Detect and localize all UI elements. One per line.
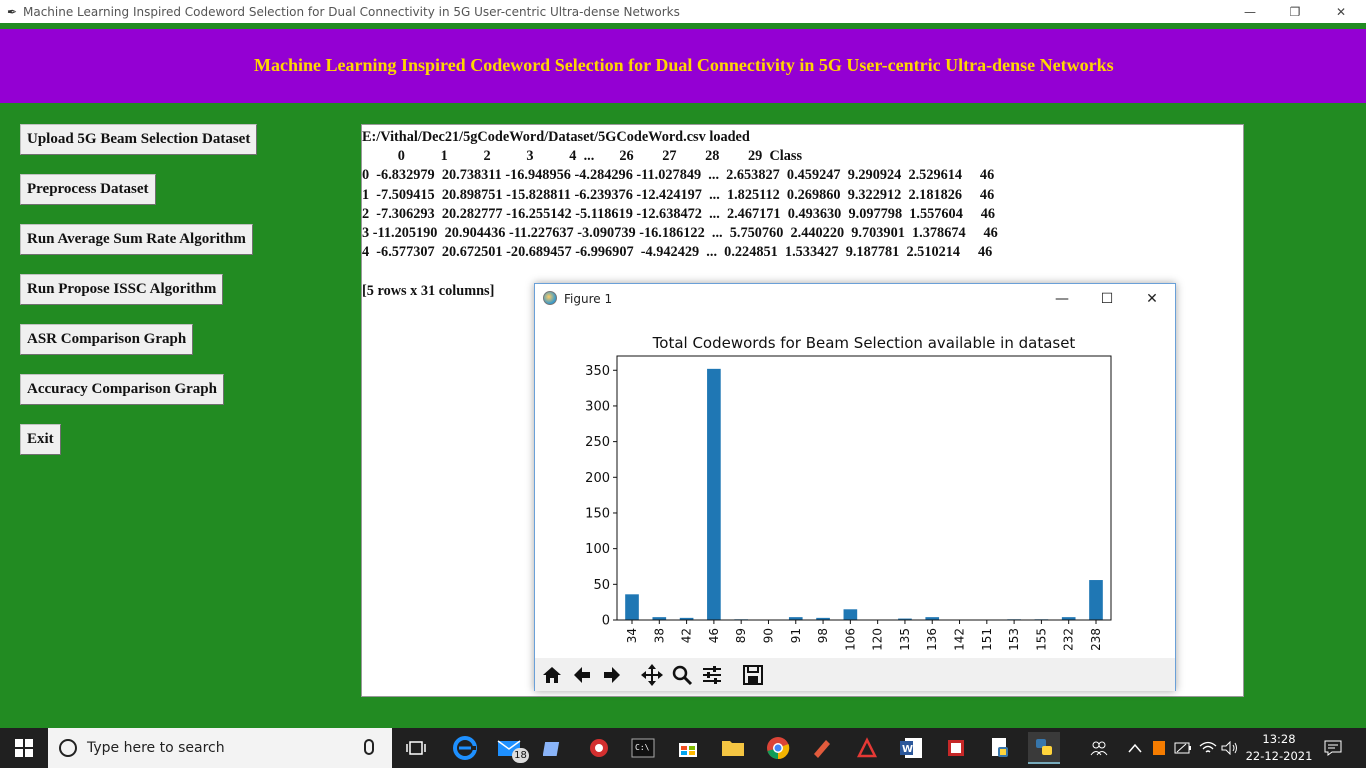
zoom-icon[interactable]	[669, 662, 695, 688]
pinned-app-icon[interactable]	[538, 732, 570, 764]
upload-dataset-button[interactable]: Upload 5G Beam Selection Dataset	[20, 124, 258, 155]
close-button[interactable]: ✕	[1318, 0, 1364, 23]
back-icon[interactable]	[569, 662, 595, 688]
y-tick-label: 300	[585, 399, 610, 414]
mail-icon[interactable]: 18	[494, 732, 529, 764]
feather-icon: ✒	[6, 4, 18, 19]
file-explorer-icon[interactable]	[717, 732, 749, 764]
taskbar: Type here to search 18 C:\ W 13:28 22-12…	[0, 728, 1366, 768]
chevron-up-icon[interactable]	[1128, 728, 1142, 768]
svg-text:C:\: C:\	[635, 743, 650, 752]
word-icon[interactable]: W	[895, 732, 927, 764]
x-tick-label: 153	[1007, 628, 1021, 651]
svg-text:W: W	[902, 744, 913, 755]
taskbar-search-box[interactable]: Type here to search	[48, 728, 392, 768]
plot-area[interactable]: Total Codewords for Beam Selection avail…	[535, 314, 1175, 658]
bar-chart: Total Codewords for Beam Selection avail…	[585, 334, 1112, 651]
edge-icon[interactable]	[449, 732, 481, 764]
plot-frame	[616, 355, 1112, 621]
x-tick-label: 90	[761, 628, 775, 643]
accuracy-comparison-graph-button[interactable]: Accuracy Comparison Graph	[20, 374, 224, 405]
window-title: Machine Learning Inspired Codeword Selec…	[23, 4, 680, 19]
pinned-app-icon[interactable]	[940, 732, 972, 764]
run-issc-algorithm-button[interactable]: Run Propose ISSC Algorithm	[20, 274, 224, 305]
x-tick-label: 155	[1034, 628, 1048, 651]
figure-close-button[interactable]: ✕	[1137, 288, 1167, 310]
x-tick-label: 46	[707, 628, 721, 643]
python-icon[interactable]	[1028, 732, 1060, 764]
system-clock[interactable]: 13:28 22-12-2021	[1236, 731, 1322, 765]
chrome-icon[interactable]	[762, 732, 794, 764]
clock-date: 22-12-2021	[1245, 749, 1313, 763]
figure-minimize-button[interactable]: —	[1047, 288, 1077, 310]
x-tick-label: 136	[925, 628, 939, 651]
x-tick-label: 142	[953, 628, 967, 651]
x-tick-label: 91	[789, 628, 803, 643]
x-tick-label: 38	[652, 628, 666, 643]
figure-titlebar[interactable]: Figure 1 — ☐ ✕	[535, 284, 1175, 314]
y-tick-label: 350	[585, 364, 610, 379]
x-tick-label: 42	[680, 628, 694, 643]
anydesk-icon[interactable]	[583, 732, 615, 764]
x-tick-label: 120	[871, 628, 885, 651]
chart-bar	[1089, 580, 1103, 620]
cortana-icon	[59, 739, 77, 757]
wifi-icon[interactable]	[1199, 728, 1217, 768]
store-icon[interactable]	[672, 732, 704, 764]
pinned-app-icon[interactable]	[806, 732, 838, 764]
matplotlib-icon	[543, 291, 557, 305]
terminal-icon[interactable]: C:\	[627, 732, 659, 764]
y-tick-label: 200	[585, 471, 610, 486]
acrobat-icon[interactable]	[851, 732, 883, 764]
x-tick-label: 98	[816, 628, 830, 643]
minimize-button[interactable]: —	[1227, 0, 1273, 23]
window-titlebar: ✒ Machine Learning Inspired Codeword Sel…	[0, 0, 1366, 23]
exit-button[interactable]: Exit	[20, 424, 61, 455]
microphone-icon[interactable]	[364, 739, 374, 755]
asr-comparison-graph-button[interactable]: ASR Comparison Graph	[20, 324, 194, 355]
python-file-icon[interactable]	[984, 732, 1016, 764]
battery-icon[interactable]	[1174, 728, 1192, 768]
y-tick-label: 0	[602, 614, 610, 629]
mail-badge: 18	[512, 748, 529, 763]
y-tick-label: 150	[585, 506, 610, 521]
y-tick-label: 100	[585, 542, 610, 557]
output-text: E:/Vithal/Dec21/5gCodeWord/Dataset/5GCod…	[362, 129, 998, 299]
configure-icon[interactable]	[699, 662, 725, 688]
figure-title: Figure 1	[564, 292, 613, 306]
task-view-icon[interactable]	[400, 732, 432, 764]
preprocess-dataset-button[interactable]: Preprocess Dataset	[20, 174, 156, 205]
chart-bar	[625, 594, 639, 620]
y-tick-label: 50	[593, 578, 610, 593]
tray-app-icon[interactable]	[1152, 728, 1166, 768]
pan-icon[interactable]	[639, 662, 665, 688]
x-tick-label: 106	[843, 628, 857, 651]
x-tick-label: 89	[734, 628, 748, 643]
chart-title: Total Codewords for Beam Selection avail…	[652, 334, 1076, 352]
page-title: Machine Learning Inspired Codeword Selec…	[254, 55, 1114, 75]
clock-time: 13:28	[1262, 732, 1296, 746]
start-button[interactable]	[0, 728, 48, 768]
figure-toolbar	[535, 658, 1175, 691]
people-icon[interactable]	[1090, 728, 1108, 768]
forward-icon[interactable]	[599, 662, 625, 688]
notification-icon[interactable]	[1324, 728, 1342, 768]
x-tick-label: 232	[1062, 628, 1076, 651]
header-banner: Machine Learning Inspired Codeword Selec…	[0, 29, 1366, 103]
search-placeholder: Type here to search	[87, 740, 225, 756]
run-asr-algorithm-button[interactable]: Run Average Sum Rate Algorithm	[20, 224, 253, 255]
restore-button[interactable]: ❐	[1272, 0, 1318, 23]
x-tick-label: 238	[1089, 628, 1103, 651]
chart-bar	[707, 368, 721, 620]
save-icon[interactable]	[740, 662, 766, 688]
windows-icon	[15, 739, 33, 757]
chart-bar	[843, 609, 858, 620]
figure-window[interactable]: Figure 1 — ☐ ✕ Total Codewords for Beam …	[534, 283, 1176, 691]
x-tick-label: 34	[625, 628, 639, 643]
y-tick-label: 250	[585, 435, 610, 450]
x-tick-label: 151	[980, 628, 994, 651]
home-icon[interactable]	[539, 662, 565, 688]
figure-maximize-button[interactable]: ☐	[1092, 288, 1122, 310]
x-tick-label: 135	[898, 628, 912, 651]
